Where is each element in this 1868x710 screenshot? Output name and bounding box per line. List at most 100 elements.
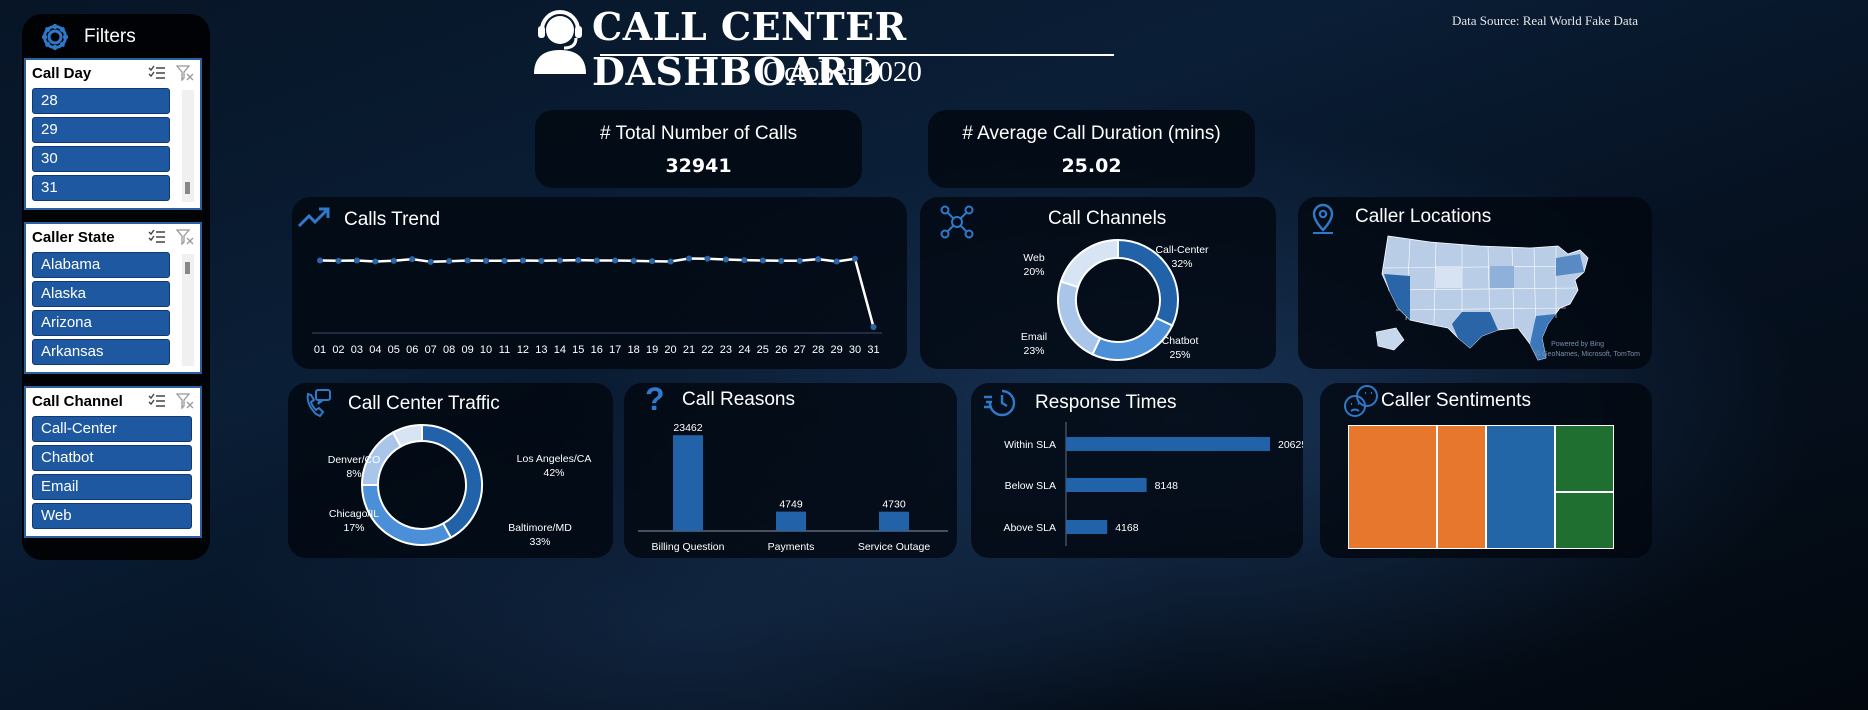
slicer-items: Alabama Alaska Arizona Arkansas [26, 250, 200, 372]
data-point [741, 257, 748, 264]
slicer-caller-state: Caller State Alabama Alaska Arizona Arka… [24, 222, 202, 374]
pie-slice[interactable] [1057, 280, 1102, 356]
slicer-header: Caller State [26, 224, 200, 250]
slicer-items: Call-Center Chatbot Email Web [26, 414, 200, 536]
sentiment-very-negative-tile[interactable] [1437, 425, 1486, 549]
slicer-item[interactable]: 30 [32, 146, 170, 172]
data-point [759, 257, 766, 264]
slicer-item[interactable]: 31 [32, 175, 170, 201]
slice-value-label: 8% [346, 468, 361, 480]
slicer-item[interactable]: Chatbot [32, 445, 192, 471]
x-tick-label: 15 [572, 344, 584, 356]
x-tick-label: Billing Question [652, 541, 725, 553]
bar[interactable] [1066, 437, 1270, 451]
x-tick-label: 14 [554, 344, 566, 356]
kpi-average-duration: # Average Call Duration (mins) 25.02 [928, 110, 1255, 188]
slice-value-label: 32% [1171, 258, 1192, 270]
x-tick-label: 24 [738, 344, 750, 356]
slicer-item[interactable]: Web [32, 503, 192, 529]
sentiment-positive-tile[interactable] [1555, 425, 1614, 492]
x-tick-label: 09 [461, 344, 473, 356]
data-point [556, 257, 563, 264]
sentiment-faces-icon [1344, 385, 1378, 417]
data-point [575, 257, 582, 264]
kpi-value: 32941 [665, 155, 732, 177]
bar-value-label: 23462 [673, 422, 702, 434]
bar[interactable] [673, 435, 703, 531]
clear-filter-icon[interactable] [176, 229, 194, 245]
x-tick-label: 17 [609, 344, 621, 356]
slice-value-label: 20% [1023, 266, 1044, 278]
map-attribution: © GeoNames, Microsoft, TomTom [1535, 350, 1640, 358]
pie-slice[interactable] [421, 423, 483, 539]
kpi-value: 25.02 [1061, 155, 1122, 177]
sentiment-neutral-tile[interactable] [1486, 425, 1555, 549]
sentiment-negative-tile[interactable] [1348, 425, 1437, 549]
x-tick-label: 20 [664, 344, 676, 356]
slice-label: Chatbot [1162, 335, 1199, 347]
slicer-item[interactable]: Arkansas [32, 339, 170, 365]
y-tick-label: Below SLA [1005, 480, 1056, 492]
kpi-total-calls: # Total Number of Calls 32941 [535, 110, 862, 188]
pie-slice[interactable] [1059, 238, 1119, 289]
slicer-item[interactable]: Alaska [32, 281, 170, 307]
bar[interactable] [879, 511, 909, 531]
slice-label: Los Angeles/CA [517, 453, 592, 465]
slicer-item[interactable]: Call-Center [32, 416, 192, 442]
bar[interactable] [776, 511, 806, 531]
bar[interactable] [1066, 478, 1147, 492]
scrollbar[interactable] [182, 90, 194, 202]
pie-slice[interactable] [1091, 316, 1174, 361]
x-tick-label: 13 [535, 344, 547, 356]
bar-value-label: 4168 [1115, 522, 1139, 534]
data-point [409, 256, 416, 263]
scrollbar-thumb[interactable] [185, 262, 190, 274]
slicer-item[interactable]: 28 [32, 88, 170, 114]
data-point [483, 257, 490, 264]
data-point [870, 323, 877, 330]
bar-value-label: 4730 [882, 499, 906, 511]
x-tick-label: 31 [867, 344, 879, 356]
clear-filter-icon[interactable] [176, 393, 194, 409]
x-tick-label: 02 [332, 344, 344, 356]
x-tick-label: 18 [628, 344, 640, 356]
data-point [538, 257, 545, 264]
scrollbar[interactable] [182, 254, 194, 366]
x-tick-label: 27 [794, 344, 806, 356]
slicer-title: Call Channel [32, 392, 123, 410]
multi-select-icon[interactable] [148, 65, 166, 81]
sentiment-very-positive-tile[interactable] [1555, 492, 1614, 549]
slicer-item[interactable]: Alabama [32, 252, 170, 278]
data-source-note: Data Source: Real World Fake Data [1452, 13, 1639, 28]
data-point [519, 257, 526, 264]
call-reasons-title: Call Reasons [682, 389, 795, 410]
state-mountain [1436, 266, 1462, 288]
slicer-item[interactable]: 29 [32, 117, 170, 143]
slice-label: Baltimore/MD [508, 522, 572, 534]
location-pin-icon [1312, 203, 1334, 234]
data-point [427, 258, 434, 265]
multi-select-icon[interactable] [148, 393, 166, 409]
x-tick-label: 23 [720, 344, 732, 356]
data-point [815, 256, 822, 263]
slice-label: Call-Center [1155, 244, 1209, 256]
slicer-call-channel: Call Channel Call-Center Chatbot Email W… [24, 386, 202, 538]
bar[interactable] [1066, 520, 1108, 534]
calls-trend-title: Calls Trend [344, 209, 441, 230]
x-tick-label: 10 [480, 344, 492, 356]
scrollbar-thumb[interactable] [185, 182, 190, 194]
calls-trend-chart: 01 02 03 04 05 06 07 08 09 10 11 12 13 14 15 16 17 18 19 20… [312, 255, 882, 356]
call-reasons-chart: 23462 Billing Question 4749 Payments 4730 Ser… [638, 422, 948, 553]
slicer-item[interactable]: Arizona [32, 310, 170, 336]
multi-select-icon[interactable] [148, 229, 166, 245]
slicer-call-day: Call Day 28 29 30 31 [24, 58, 202, 210]
kpi-label: # Average Call Duration (mins) [962, 123, 1221, 144]
clear-filter-icon[interactable] [176, 65, 194, 81]
y-tick-label: Above SLA [1003, 522, 1056, 534]
data-point [649, 258, 656, 265]
trend-up-icon [297, 207, 330, 228]
filters-header: Filters [36, 20, 136, 54]
bar-value-label: 8148 [1155, 480, 1179, 492]
slicer-item[interactable]: Email [32, 474, 192, 500]
x-tick-label: 11 [499, 344, 510, 356]
